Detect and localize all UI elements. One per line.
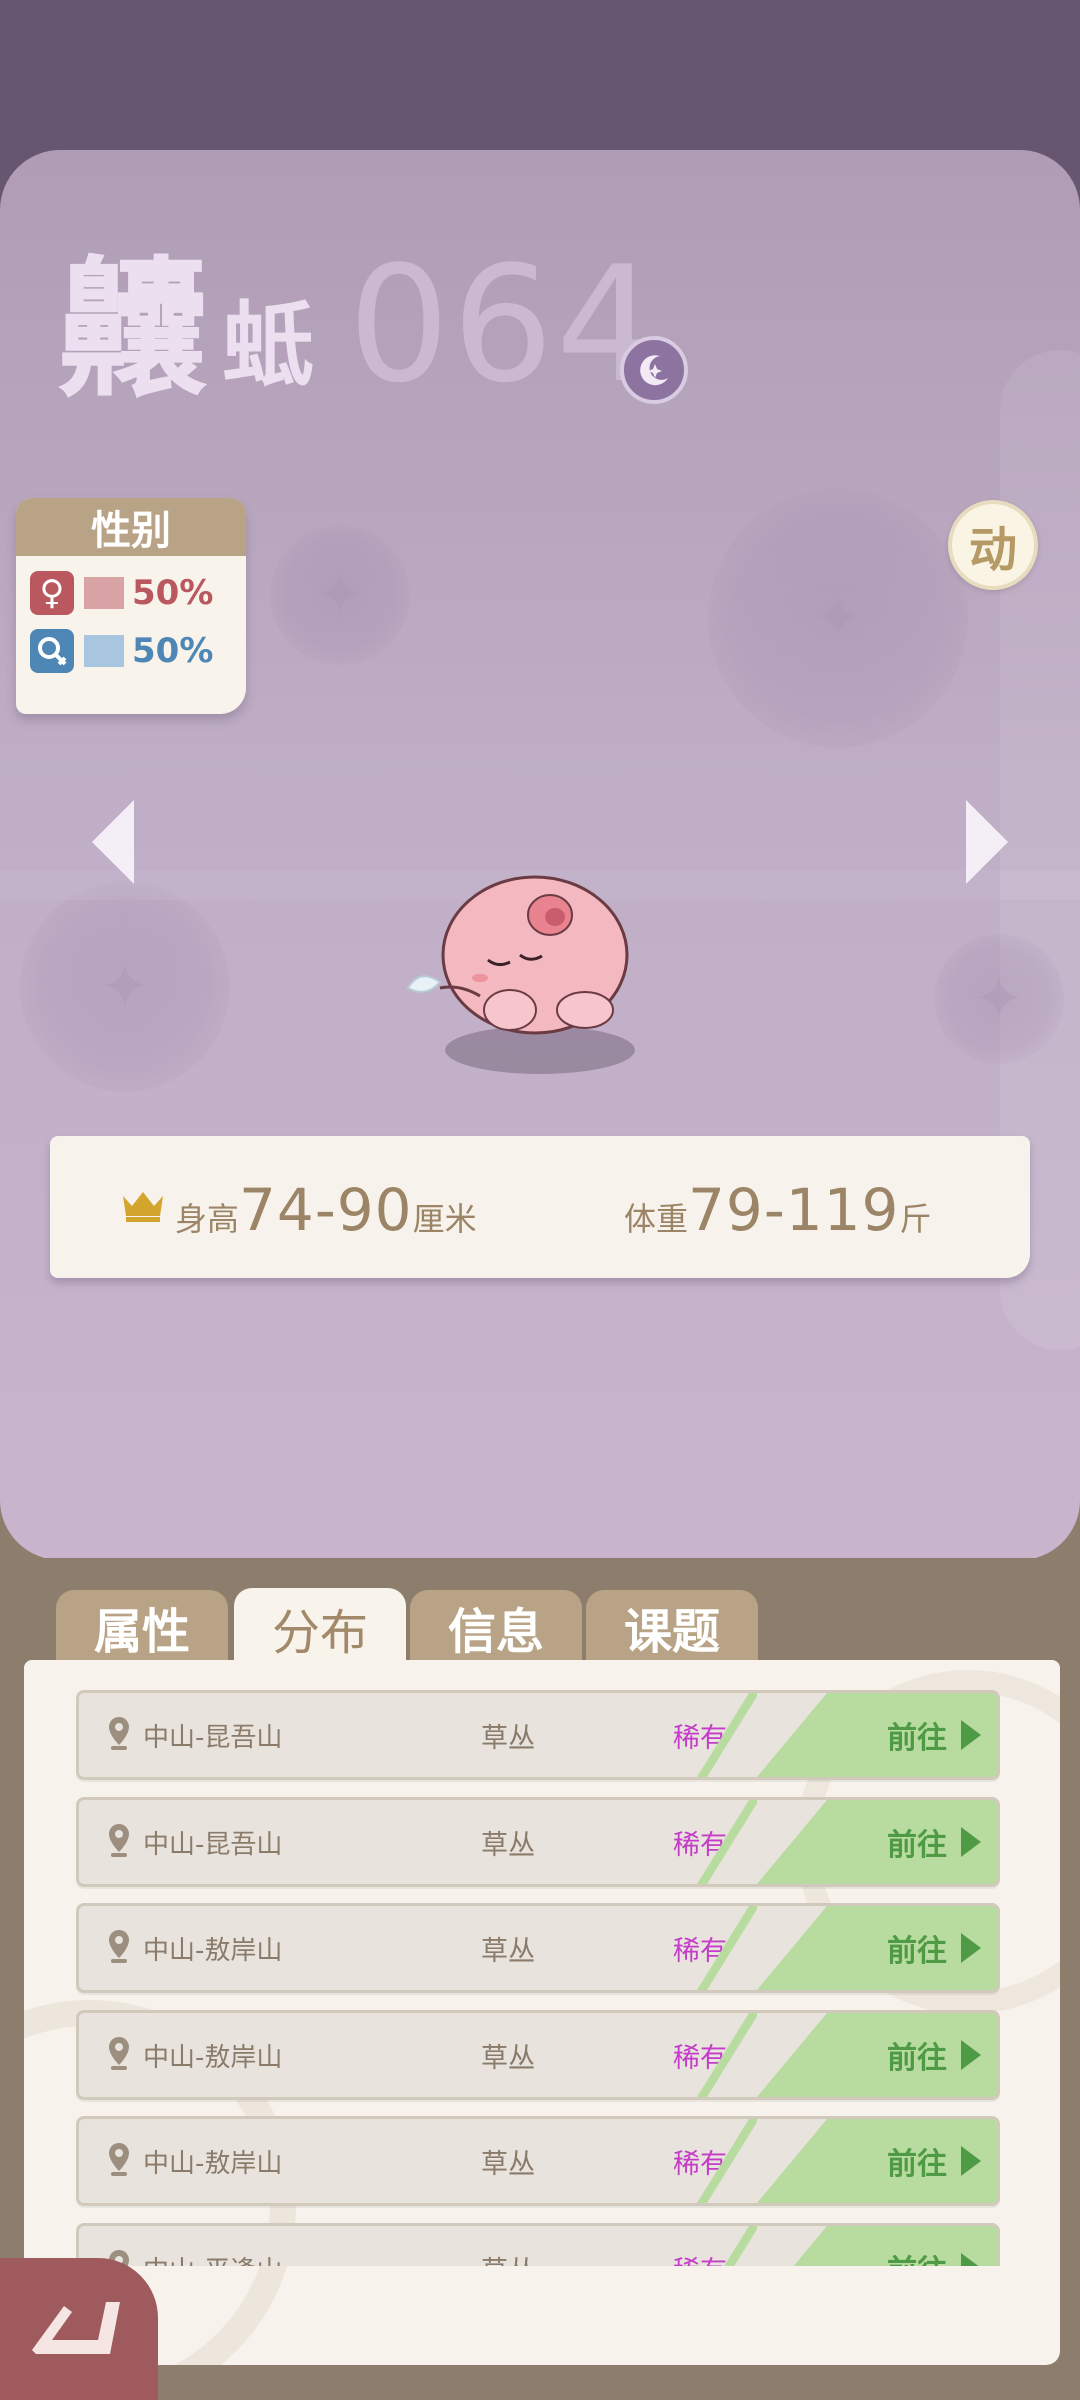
weight-stat: 体重 79-119 斤: [624, 1176, 931, 1244]
location-habitat: 草丛: [481, 1722, 535, 1754]
weight-label: 体重: [624, 1200, 689, 1238]
go-button[interactable]: 前往: [887, 1800, 981, 1884]
play-arrow-icon: [961, 1933, 981, 1963]
go-label: 前往: [887, 2246, 947, 2266]
height-stat: 身高 74-90 厘米: [175, 1176, 477, 1244]
location-name: 中山-昆吾山: [143, 1722, 283, 1753]
tab-distribution[interactable]: 分布: [234, 1588, 406, 1668]
height-unit: 厘米: [412, 1200, 477, 1238]
crown-icon: [123, 1192, 163, 1222]
pokemon-name-primary: 齉: [58, 242, 209, 418]
emblem-decoration-icon: [934, 934, 1064, 1064]
gender-title: 性别: [16, 498, 246, 556]
location-name: 中山-昆吾山: [143, 1829, 283, 1860]
play-arrow-icon: [961, 1720, 981, 1750]
play-arrow-icon: [961, 2146, 981, 2176]
location-row: 中山-平逢山 草丛 稀有 前往: [76, 2223, 1000, 2266]
height-value: 74-90: [239, 1176, 413, 1244]
play-arrow-icon: [961, 1827, 981, 1857]
location-habitat: 草丛: [481, 1829, 535, 1861]
female-swatch: [84, 577, 124, 609]
location-rarity: 稀有: [673, 1829, 727, 1861]
weight-value: 79-119: [688, 1176, 900, 1244]
location-row: 中山-敖岸山 草丛 稀有 前往: [76, 2010, 1000, 2100]
go-label: 前往: [887, 2041, 947, 2076]
location-name: 中山-平逢山: [143, 2226, 282, 2267]
weight-unit: 斤: [899, 1200, 932, 1238]
location-row: 中山-敖岸山 草丛 稀有 前往: [76, 2116, 1000, 2206]
height-label: 身高: [175, 1200, 240, 1238]
location-pin-icon: [109, 2143, 129, 2176]
emblem-decoration-icon: [708, 488, 968, 748]
pokemon-name-secondary: 蚳: [222, 291, 315, 399]
tab-info[interactable]: 信息: [410, 1590, 582, 1664]
size-stats-card: 身高 74-90 厘米 体重 79-119 斤: [50, 1136, 1030, 1278]
location-row: 中山-敖岸山 草丛 稀有 前往: [76, 1903, 1000, 1993]
male-percent: 50%: [132, 631, 214, 671]
location-row: 中山-昆吾山 草丛 稀有 前往: [76, 1690, 1000, 1780]
female-percent: 50%: [132, 573, 214, 613]
location-row: 中山-昆吾山 草丛 稀有 前往: [76, 1797, 1000, 1887]
male-swatch: [84, 635, 124, 667]
emblem-decoration-icon: [20, 882, 230, 1092]
location-name: 中山-敖岸山: [143, 2148, 283, 2179]
gender-male-row: 50%: [16, 624, 246, 678]
location-habitat: 草丛: [481, 2148, 535, 2180]
location-list-viewport[interactable]: 中山-昆吾山 草丛 稀有 前往 中山-昆吾山 草丛 稀有 前往 中山-敖岸山 草…: [24, 1660, 1060, 2266]
location-habitat: 草丛: [481, 2226, 535, 2267]
location-pin-icon: [109, 1824, 129, 1857]
location-rarity: 稀有: [673, 2148, 727, 2180]
location-pin-icon: [109, 2037, 129, 2070]
back-arrow-icon: [32, 2302, 120, 2354]
location-list: 中山-昆吾山 草丛 稀有 前往 中山-昆吾山 草丛 稀有 前往 中山-敖岸山 草…: [24, 1660, 1060, 2365]
go-label: 前往: [887, 1721, 947, 1756]
location-pin-icon: [109, 1717, 129, 1750]
pokemon-number: 064: [348, 231, 660, 418]
back-button[interactable]: [0, 2258, 158, 2400]
location-habitat: 草丛: [481, 2042, 535, 2074]
go-button[interactable]: 前往: [887, 1906, 981, 1990]
go-label: 前往: [887, 1934, 947, 1969]
emblem-decoration-icon: [270, 525, 410, 665]
tab-attributes[interactable]: 属性: [56, 1590, 228, 1664]
go-button[interactable]: 前往: [887, 1693, 981, 1777]
motion-toggle-button[interactable]: 动: [948, 500, 1038, 590]
play-arrow-icon: [961, 2040, 981, 2070]
go-label: 前往: [887, 1828, 947, 1863]
play-arrow-icon: [961, 2253, 981, 2266]
location-rarity: 稀有: [673, 2226, 727, 2267]
location-name: 中山-敖岸山: [143, 2042, 283, 2073]
gender-female-row: ♀ 50%: [16, 566, 246, 620]
location-habitat: 草丛: [481, 1935, 535, 1967]
go-label: 前往: [887, 2147, 947, 2182]
pokemon-sprite: [406, 875, 635, 1074]
location-pin-icon: [109, 1930, 129, 1963]
location-rarity: 稀有: [673, 2042, 727, 2074]
gender-card: 性别 ♀ 50% 50%: [16, 498, 246, 714]
go-button[interactable]: 前往: [887, 2226, 981, 2266]
female-icon: ♀: [30, 571, 74, 615]
tab-tasks[interactable]: 课题: [586, 1590, 758, 1664]
location-rarity: 稀有: [673, 1935, 727, 1967]
location-rarity: 稀有: [673, 1722, 727, 1754]
location-name: 中山-敖岸山: [143, 1935, 283, 1966]
pokemon-title: 齉 蚳 064: [58, 225, 660, 418]
male-icon: [30, 629, 74, 673]
moon-star-icon[interactable]: [620, 336, 688, 404]
go-button[interactable]: 前往: [887, 2013, 981, 2097]
go-button[interactable]: 前往: [887, 2119, 981, 2203]
